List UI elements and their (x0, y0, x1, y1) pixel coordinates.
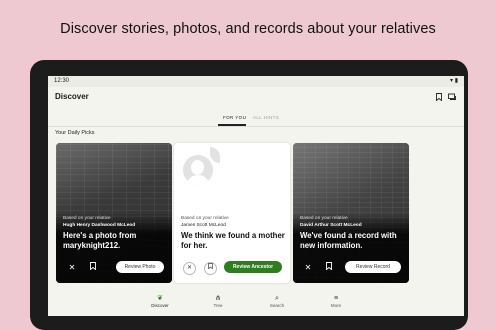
nav-label: Search (269, 303, 285, 308)
daily-pick-card-photo[interactable]: Based on your relative Hugh Henry Dashwo… (56, 143, 172, 283)
card-relative-name: James Scott McLeod (181, 223, 226, 228)
bookmark-icon[interactable] (204, 262, 217, 275)
page-title: Discover (55, 92, 89, 101)
card-based-on: Based on your relative (63, 216, 111, 221)
bookmark-icon[interactable] (323, 262, 335, 274)
nav-label: Discover (151, 303, 169, 308)
tab-bar: FOR YOU ALL HINTS (48, 112, 464, 126)
status-bar: 12:30 ▾ ▮ (48, 76, 464, 87)
review-ancestor-button[interactable]: Review Ancestor (224, 261, 282, 273)
section-title: Your Daily Picks (55, 130, 95, 136)
review-photo-button[interactable]: Review Photo (116, 261, 164, 273)
bookmark-icon[interactable] (436, 93, 442, 103)
tree-icon: ⋔ (215, 295, 221, 302)
status-icons: ▾ ▮ (450, 77, 458, 84)
leaf-shape (210, 147, 220, 163)
menu-icon: ≡ (333, 295, 339, 302)
nav-search[interactable]: ⌕ Search (252, 294, 302, 308)
nav-more[interactable]: ≡ More (311, 294, 361, 308)
card-headline: We've found a record with new informatio… (300, 231, 397, 250)
avatar-placeholder (183, 155, 213, 185)
card-based-on: Based on your relative (300, 216, 348, 221)
tab-for-you[interactable]: FOR YOU (223, 115, 246, 120)
card-headline: Here's a photo from maryknight212. (63, 231, 137, 250)
divider (48, 126, 464, 127)
wifi-icon: ▾ (450, 78, 454, 84)
battery-icon: ▮ (454, 78, 458, 84)
card-relative-name: Hugh Henry Dashwood McLeod (63, 223, 136, 228)
nav-discover[interactable]: ❦ Discover (135, 294, 185, 308)
messages-icon[interactable] (448, 93, 456, 103)
card-relative-name: David Arthur Scott McLeod (300, 223, 362, 228)
daily-pick-card-record[interactable]: Based on your relative David Arthur Scot… (293, 143, 409, 283)
status-time: 12:30 (54, 78, 70, 84)
app-bar: Discover (48, 87, 464, 109)
tab-all-hints[interactable]: ALL HINTS (253, 115, 279, 120)
search-icon: ⌕ (275, 295, 279, 302)
bookmark-icon[interactable] (87, 262, 99, 274)
close-icon[interactable]: ✕ (66, 262, 78, 274)
app-screen: 12:30 ▾ ▮ Discover FOR YOU ALL HINTS You… (48, 76, 464, 316)
daily-pick-card-ancestor[interactable]: Based on your relative James Scott McLeo… (174, 143, 290, 283)
nav-label: Tree (213, 303, 223, 308)
nav-tree[interactable]: ⋔ Tree (193, 294, 243, 308)
close-icon[interactable]: ✕ (302, 262, 314, 274)
promo-headline: Discover stories, photos, and records ab… (60, 21, 436, 37)
review-record-button[interactable]: Review Record (345, 261, 401, 273)
close-icon[interactable]: ✕ (183, 262, 196, 275)
card-based-on: Based on your relative (181, 216, 229, 221)
card-headline: We think we found a mother for her. (181, 231, 285, 250)
leaf-icon: ❦ (157, 295, 163, 302)
nav-label: More (330, 303, 342, 308)
bottom-navigation: ❦ Discover ⋔ Tree ⌕ Search ≡ More (48, 292, 464, 316)
